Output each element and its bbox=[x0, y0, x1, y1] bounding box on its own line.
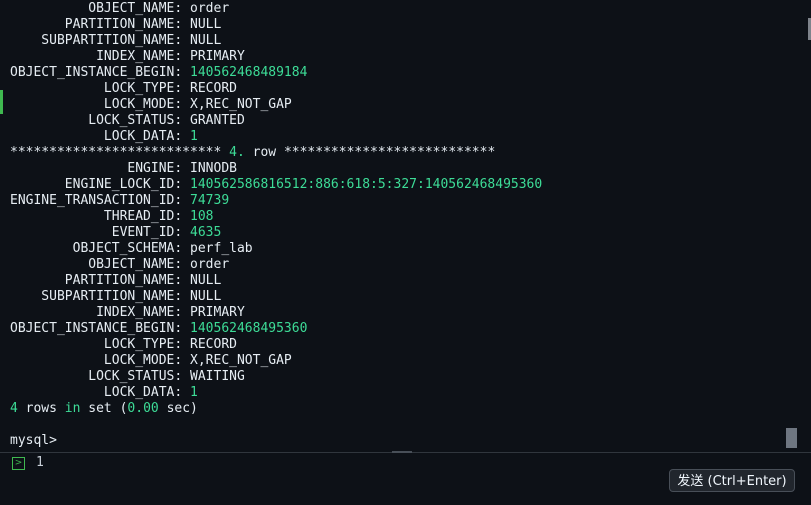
field-value: 140562468489184 bbox=[190, 65, 308, 80]
output-line: OBJECT_INSTANCE_BEGIN: 140562468489184 bbox=[10, 65, 542, 81]
field-value: X,REC_NOT_GAP bbox=[190, 353, 292, 368]
summary-unit: sec) bbox=[166, 401, 198, 416]
output-line: LOCK_DATA: 1 bbox=[10, 385, 542, 401]
field-name: LOCK_DATA: bbox=[10, 385, 183, 400]
status-strip bbox=[0, 497, 811, 505]
field-value: NULL bbox=[190, 273, 222, 288]
summary-in-word: in bbox=[64, 401, 81, 416]
output-line: LOCK_MODE: X,REC_NOT_GAP bbox=[10, 353, 542, 369]
separator-stars-left: *************************** bbox=[10, 145, 222, 160]
field-name: EVENT_ID: bbox=[10, 225, 183, 240]
field-value: X,REC_NOT_GAP bbox=[190, 97, 292, 112]
field-value: NULL bbox=[190, 33, 222, 48]
input-line-number: 1 bbox=[36, 455, 44, 470]
output-line: ENGINE_LOCK_ID: 140562586816512:886:618:… bbox=[10, 177, 542, 193]
field-name: LOCK_MODE: bbox=[10, 353, 183, 368]
field-name: LOCK_TYPE: bbox=[10, 81, 183, 96]
field-name: ENGINE_LOCK_ID: bbox=[10, 177, 183, 192]
field-value: 140562586816512:886:618:5:327:1405624684… bbox=[190, 177, 543, 192]
output-line: SUBPARTITION_NAME: NULL bbox=[10, 289, 542, 305]
field-value: GRANTED bbox=[190, 113, 245, 128]
field-name: OBJECT_NAME: bbox=[10, 1, 183, 16]
field-name: INDEX_NAME: bbox=[10, 305, 183, 320]
field-name: THREAD_ID: bbox=[10, 209, 183, 224]
summary-count: 4 bbox=[10, 401, 18, 416]
field-name: SUBPARTITION_NAME: bbox=[10, 33, 183, 48]
row-separator: *************************** 4. row *****… bbox=[10, 145, 542, 161]
field-name: ENGINE: bbox=[10, 161, 183, 176]
field-name: OBJECT_INSTANCE_BEGIN: bbox=[10, 321, 183, 336]
field-value: 108 bbox=[190, 209, 214, 224]
field-value: NULL bbox=[190, 17, 222, 32]
output-line: LOCK_MODE: X,REC_NOT_GAP bbox=[10, 97, 542, 113]
field-name: LOCK_DATA: bbox=[10, 129, 183, 144]
field-value: 74739 bbox=[190, 193, 230, 208]
field-value: 1 bbox=[190, 385, 198, 400]
field-value: RECORD bbox=[190, 337, 237, 352]
output-line: LOCK_TYPE: RECORD bbox=[10, 81, 542, 97]
active-line-marker bbox=[0, 90, 3, 114]
output-line: PARTITION_NAME: NULL bbox=[10, 17, 542, 33]
result-summary: 4 rows in set (0.00 sec) bbox=[10, 401, 542, 417]
field-name: INDEX_NAME: bbox=[10, 49, 183, 64]
output-line: ENGINE: INNODB bbox=[10, 161, 542, 177]
field-value: order bbox=[190, 1, 230, 16]
field-name: SUBPARTITION_NAME: bbox=[10, 289, 183, 304]
scrollbar-thumb[interactable] bbox=[786, 428, 797, 448]
field-value: PRIMARY bbox=[190, 305, 245, 320]
blank-line bbox=[10, 417, 542, 433]
output-line: ENGINE_TRANSACTION_ID: 74739 bbox=[10, 193, 542, 209]
field-name: PARTITION_NAME: bbox=[10, 273, 183, 288]
separator-row-word: row bbox=[252, 145, 277, 160]
field-name: LOCK_STATUS: bbox=[10, 113, 183, 128]
field-value: perf_lab bbox=[190, 241, 253, 256]
field-value: order bbox=[190, 257, 230, 272]
output-line: OBJECT_SCHEMA: perf_lab bbox=[10, 241, 542, 257]
separator-row-number: 4. bbox=[229, 145, 245, 160]
output-line: OBJECT_NAME: order bbox=[10, 257, 542, 273]
summary-set-word: set bbox=[88, 401, 112, 416]
output-line: PARTITION_NAME: NULL bbox=[10, 273, 542, 289]
output-line: LOCK_TYPE: RECORD bbox=[10, 337, 542, 353]
field-value: WAITING bbox=[190, 369, 245, 384]
vertical-scrollbar[interactable] bbox=[785, 0, 798, 452]
output-line: OBJECT_NAME: order bbox=[10, 1, 542, 17]
sql-console-window: OBJECT_NAME: order PARTITION_NAME: NULL … bbox=[0, 0, 811, 505]
field-value: NULL bbox=[190, 289, 222, 304]
output-line: EVENT_ID: 4635 bbox=[10, 225, 542, 241]
output-line: THREAD_ID: 108 bbox=[10, 209, 542, 225]
field-name: LOCK_TYPE: bbox=[10, 337, 183, 352]
field-value: 1 bbox=[190, 129, 198, 144]
field-name: LOCK_MODE: bbox=[10, 97, 183, 112]
field-value: PRIMARY bbox=[190, 49, 245, 64]
field-name: PARTITION_NAME: bbox=[10, 17, 183, 32]
output-line: LOCK_STATUS: WAITING bbox=[10, 369, 542, 385]
field-name: OBJECT_SCHEMA: bbox=[10, 241, 183, 256]
field-name: LOCK_STATUS: bbox=[10, 369, 183, 384]
field-name: ENGINE_TRANSACTION_ID: bbox=[10, 193, 183, 208]
output-lines: OBJECT_NAME: order PARTITION_NAME: NULL … bbox=[10, 1, 542, 449]
output-line: INDEX_NAME: PRIMARY bbox=[10, 49, 542, 65]
field-name: OBJECT_NAME: bbox=[10, 257, 183, 272]
output-line: LOCK_STATUS: GRANTED bbox=[10, 113, 542, 129]
terminal-output[interactable]: OBJECT_NAME: order PARTITION_NAME: NULL … bbox=[0, 0, 798, 452]
mysql-prompt[interactable]: mysql> bbox=[10, 433, 542, 449]
output-line: LOCK_DATA: 1 bbox=[10, 129, 542, 145]
field-value: INNODB bbox=[190, 161, 237, 176]
field-value: 4635 bbox=[190, 225, 222, 240]
terminal-prompt-icon: > bbox=[12, 457, 25, 470]
output-line: INDEX_NAME: PRIMARY bbox=[10, 305, 542, 321]
field-value: RECORD bbox=[190, 81, 237, 96]
output-line: SUBPARTITION_NAME: NULL bbox=[10, 33, 542, 49]
separator-stars-right: *************************** bbox=[283, 145, 496, 160]
summary-time: 0.00 bbox=[127, 401, 159, 416]
send-button[interactable]: 发送 (Ctrl+Enter) bbox=[669, 469, 795, 492]
field-name: OBJECT_INSTANCE_BEGIN: bbox=[10, 65, 183, 80]
field-value: 140562468495360 bbox=[190, 321, 308, 336]
output-line: OBJECT_INSTANCE_BEGIN: 140562468495360 bbox=[10, 321, 542, 337]
summary-rows-word: rows bbox=[25, 401, 57, 416]
